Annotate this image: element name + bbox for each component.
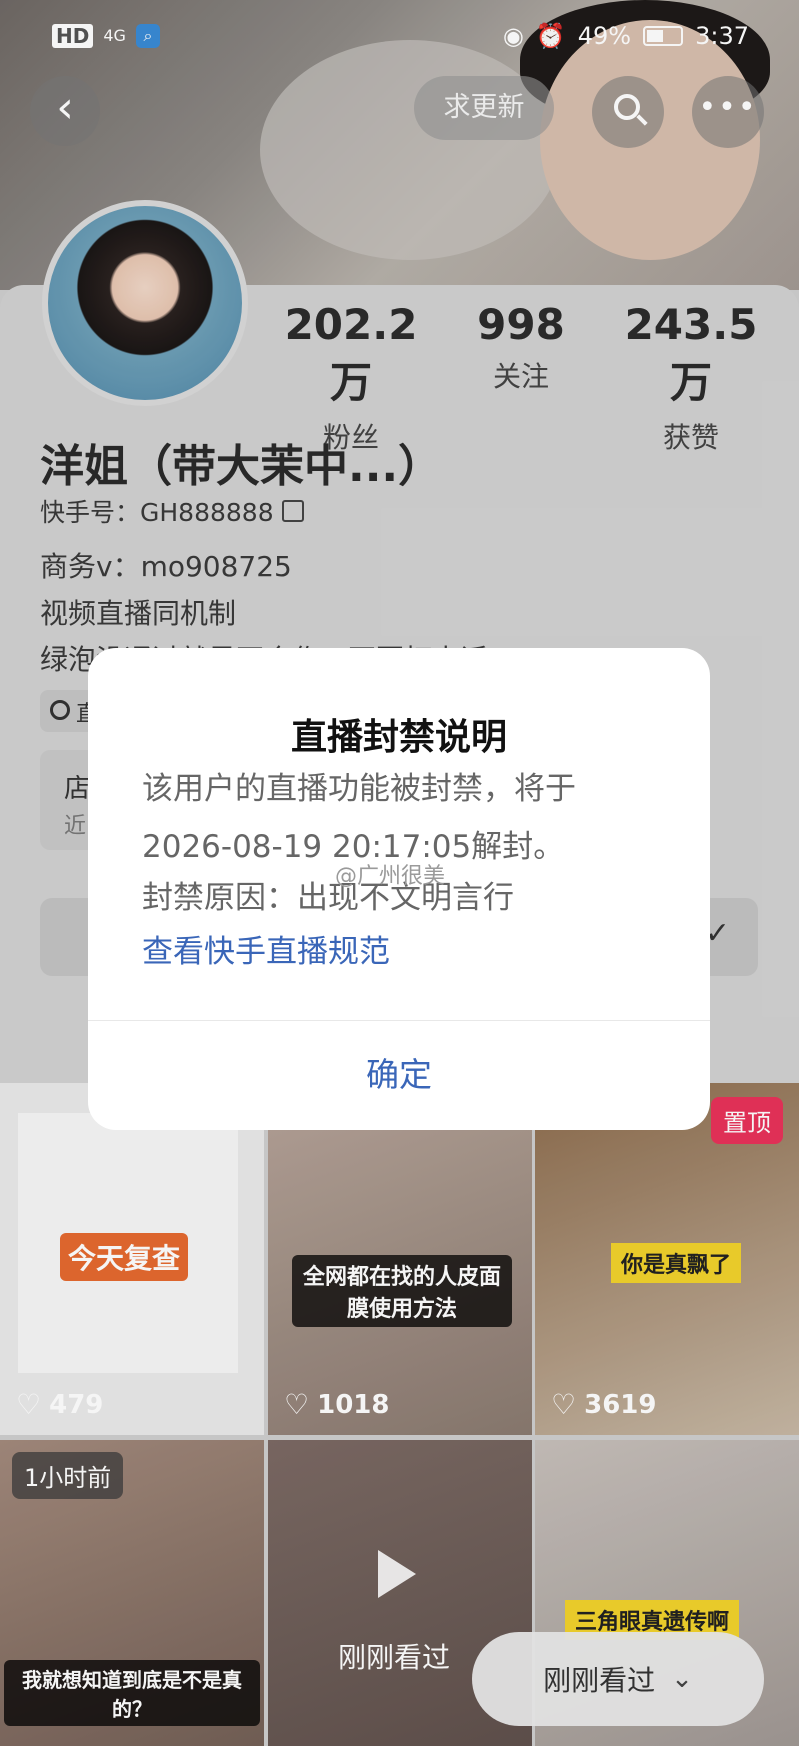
profile-page: { "status_bar": {"network": "HD", "signa… — [0, 0, 799, 1746]
watermark: @广州很美 — [335, 864, 446, 889]
dialog-title: 直播封禁说明 — [290, 717, 507, 758]
live-rules-link[interactable]: 查看快手直播规范 — [142, 926, 390, 971]
confirm-button[interactable]: 确定 — [88, 1020, 710, 1130]
dialog-reason: 封禁原因：出现不文明言行 — [142, 880, 514, 916]
